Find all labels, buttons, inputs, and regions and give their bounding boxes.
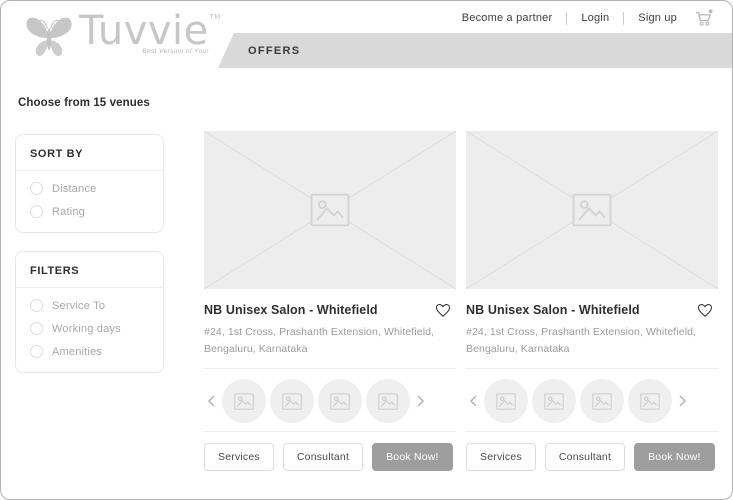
filter-option-label: Service To: [52, 299, 106, 312]
services-button[interactable]: Services: [204, 443, 274, 471]
consultant-button[interactable]: Consultant: [282, 443, 364, 471]
consultant-button[interactable]: Consultant: [544, 443, 626, 471]
radio-button[interactable]: [30, 205, 43, 218]
photo-thumbnail[interactable]: [270, 379, 314, 423]
venue-image-placeholder[interactable]: [466, 131, 718, 289]
chevron-right-icon: [679, 395, 687, 407]
sort-option-label: Rating: [52, 205, 85, 218]
photo-carousel: [204, 369, 456, 431]
heart-icon: [435, 303, 451, 317]
image-icon: [496, 392, 516, 410]
carousel-next-button[interactable]: [414, 394, 428, 408]
carousel-prev-button[interactable]: [466, 394, 480, 408]
filter-option-amenities[interactable]: Amenities: [30, 345, 149, 358]
photo-thumbnail[interactable]: [484, 379, 528, 423]
butterfly-icon: [26, 17, 72, 57]
photo-thumbnail[interactable]: [318, 379, 362, 423]
photo-thumbnail[interactable]: [532, 379, 576, 423]
book-now-button[interactable]: Book Now!: [634, 443, 715, 471]
radio-button[interactable]: [30, 299, 43, 312]
services-button[interactable]: Services: [466, 443, 536, 471]
image-icon: [234, 392, 254, 410]
book-now-button[interactable]: Book Now!: [372, 443, 453, 471]
sort-by-title: SORT BY: [16, 135, 163, 171]
filter-option-label: Amenities: [52, 345, 103, 358]
address-line-2: Bengaluru, Karnataka: [204, 343, 308, 355]
chevron-left-icon: [207, 395, 215, 407]
image-icon: [544, 392, 564, 410]
chevron-right-icon: [417, 395, 425, 407]
nav-separator: [566, 11, 568, 25]
shopping-cart-icon: [696, 9, 713, 26]
tab-offers[interactable]: OFFERS: [218, 33, 732, 68]
sort-option-distance[interactable]: Distance: [30, 182, 149, 195]
radio-button[interactable]: [30, 182, 43, 195]
image-icon: [330, 392, 350, 410]
chevron-left-icon: [469, 395, 477, 407]
carousel-prev-button[interactable]: [204, 394, 218, 408]
divider: [204, 431, 456, 432]
brand-logo[interactable]: Tuvvie TM Best Version of You!: [23, 7, 223, 63]
filter-option-working-days[interactable]: Working days: [30, 322, 149, 335]
photo-thumbnail[interactable]: [580, 379, 624, 423]
heart-icon: [697, 303, 713, 317]
image-icon: [378, 392, 398, 410]
favorite-button[interactable]: [434, 302, 452, 318]
address-line-2: Bengaluru, Karnataka: [466, 343, 570, 355]
filter-option-label: Working days: [52, 322, 121, 335]
image-icon: [592, 392, 612, 410]
filters-options: Service To Working days Amenities: [16, 288, 163, 372]
divider: [466, 431, 718, 432]
radio-button[interactable]: [30, 345, 43, 358]
venue-image-placeholder[interactable]: [204, 131, 456, 289]
nav-sign-up[interactable]: Sign up: [636, 12, 679, 24]
radio-button[interactable]: [30, 322, 43, 335]
venue-address: #24, 1st Cross, Prashanth Extension, Whi…: [204, 324, 456, 358]
favorite-button[interactable]: [696, 302, 714, 318]
image-icon: [282, 392, 302, 410]
photo-thumbnail[interactable]: [222, 379, 266, 423]
address-line-1: #24, 1st Cross, Prashanth Extension, Whi…: [204, 326, 435, 338]
cart-button[interactable]: [693, 8, 714, 28]
header-nav: Become a partner Login Sign up: [460, 1, 714, 35]
venue-actions: Services Consultant Book Now!: [204, 443, 456, 471]
trademark-symbol: TM: [209, 14, 221, 21]
photo-thumbnail[interactable]: [366, 379, 410, 423]
cart-badge-dot: [708, 9, 713, 14]
sort-by-options: Distance Rating: [16, 171, 163, 232]
venue-name: NB Unisex Salon - Whitefield: [204, 303, 378, 317]
venue-card: NB Unisex Salon - Whitefield #24, 1st Cr…: [204, 131, 456, 471]
offers-tab-label: OFFERS: [248, 44, 301, 57]
filters-title: FILTERS: [16, 252, 163, 288]
results-summary: Choose from 15 venues: [18, 97, 150, 109]
image-icon: [310, 193, 350, 227]
venue-name: NB Unisex Salon - Whitefield: [466, 303, 640, 317]
image-icon: [572, 193, 612, 227]
venue-address: #24, 1st Cross, Prashanth Extension, Whi…: [466, 324, 718, 358]
carousel-next-button[interactable]: [676, 394, 690, 408]
filter-option-service-to[interactable]: Service To: [30, 299, 149, 312]
sort-option-rating[interactable]: Rating: [30, 205, 149, 218]
nav-become-a-partner[interactable]: Become a partner: [460, 12, 555, 24]
venue-card: NB Unisex Salon - Whitefield #24, 1st Cr…: [466, 131, 718, 471]
venue-actions: Services Consultant Book Now!: [466, 443, 718, 471]
logo-text: Tuvvie TM Best Version of You!: [79, 7, 223, 55]
app-window: Tuvvie TM Best Version of You! Become a …: [0, 0, 733, 500]
address-line-1: #24, 1st Cross, Prashanth Extension, Whi…: [466, 326, 697, 338]
sort-by-panel: SORT BY Distance Rating: [15, 134, 164, 233]
photo-carousel: [466, 369, 718, 431]
photo-thumbnail[interactable]: [628, 379, 672, 423]
nav-separator: [623, 11, 625, 25]
nav-login[interactable]: Login: [579, 12, 611, 24]
image-icon: [640, 392, 660, 410]
filters-panel: FILTERS Service To Working days Amenitie…: [15, 251, 164, 373]
sort-option-label: Distance: [52, 182, 97, 195]
